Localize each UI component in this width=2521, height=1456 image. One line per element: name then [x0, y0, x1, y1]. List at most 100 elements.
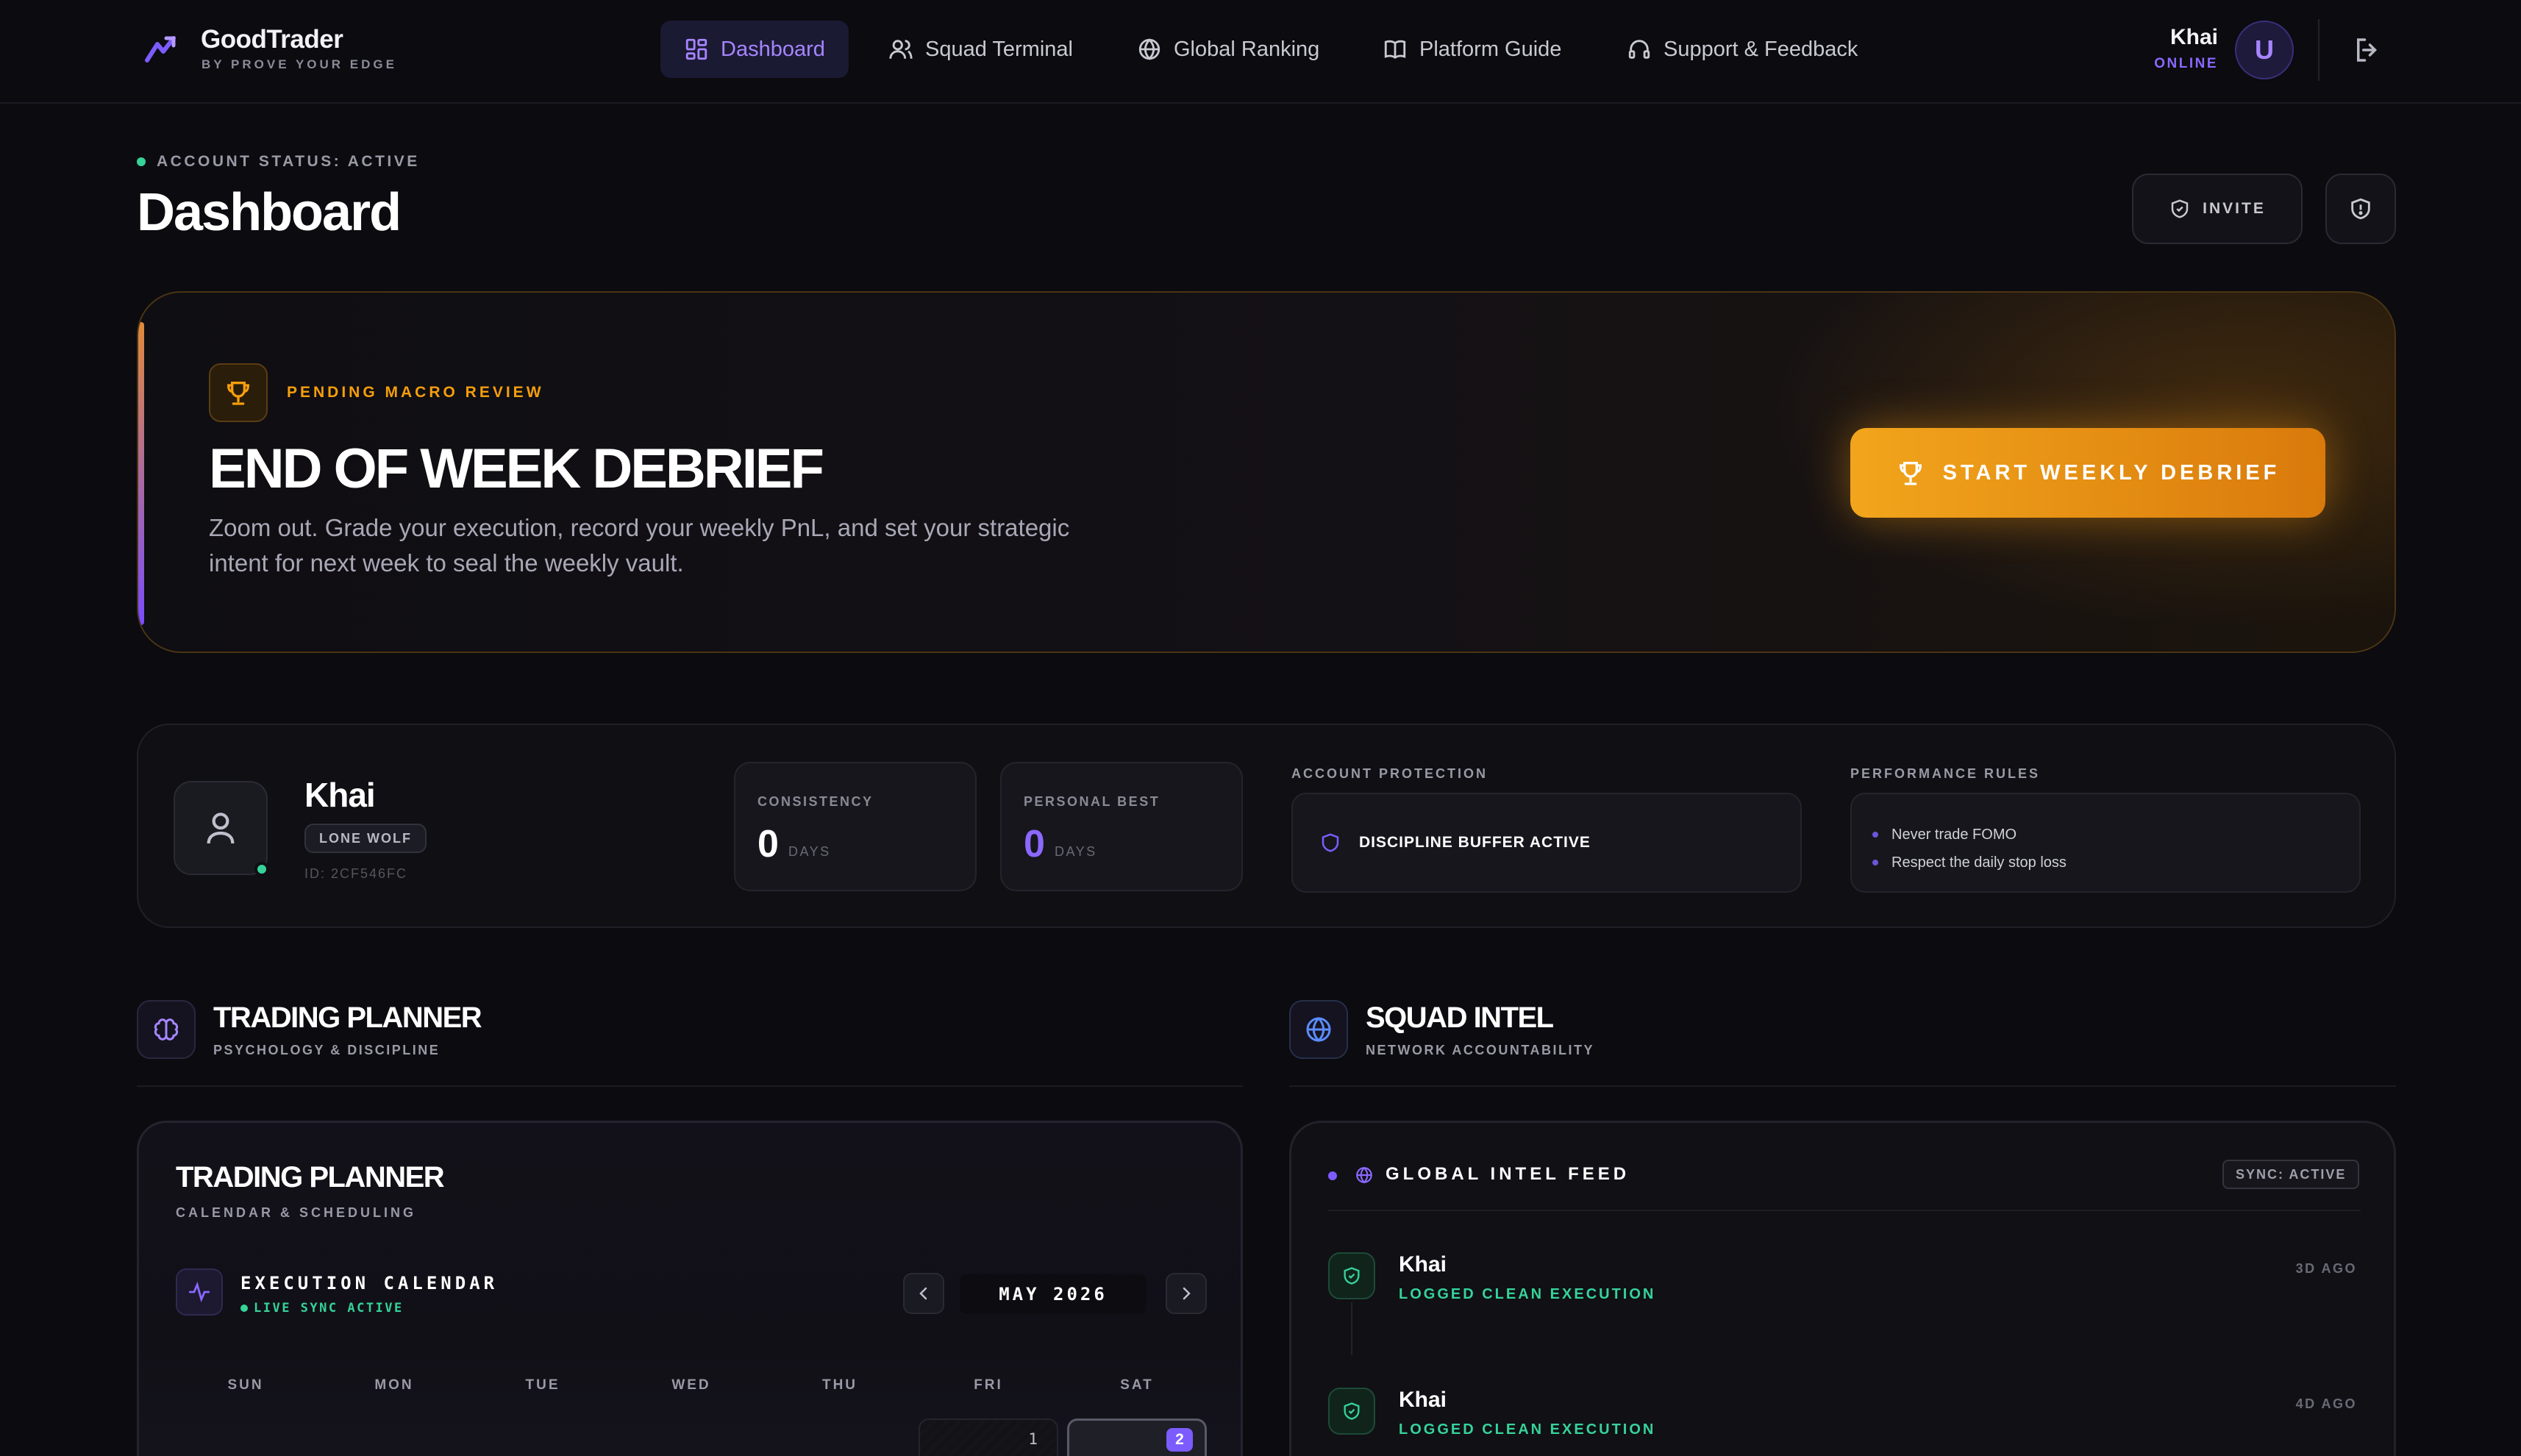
- rule-text: Never trade FOMO: [1891, 826, 2017, 843]
- calendar-day[interactable]: 1: [919, 1418, 1058, 1456]
- nav-label: Support & Feedback: [1664, 37, 1858, 61]
- shield-alert-icon: [2348, 196, 2373, 221]
- feed-title: GLOBAL INTEL FEED: [1386, 1164, 1630, 1184]
- performance-rules-list: Never trade FOMO Respect the daily stop …: [1850, 793, 2361, 893]
- rule-item: Respect the daily stop loss: [1872, 849, 2359, 877]
- nav-global-ranking[interactable]: Global Ranking: [1113, 21, 1343, 78]
- profile-avatar[interactable]: [174, 781, 268, 875]
- globe-icon: [1137, 37, 1162, 62]
- start-weekly-debrief-button[interactable]: START WEEKLY DEBRIEF: [1850, 428, 2325, 518]
- personal-best-stat: PERSONAL BEST 0 DAYS: [1000, 762, 1243, 891]
- stat-value: 0: [757, 823, 779, 866]
- nav-squad-terminal[interactable]: Squad Terminal: [865, 21, 1097, 78]
- brain-icon: [137, 1000, 196, 1059]
- feed-dot: [1328, 1171, 1337, 1180]
- page-title: Dashboard: [137, 183, 402, 242]
- trophy-icon: [1896, 458, 1925, 488]
- account-status: ACCOUNT STATUS: ACTIVE: [157, 153, 420, 170]
- divider: [2318, 19, 2319, 81]
- banner-title: END OF WEEK DEBRIEF: [209, 438, 824, 500]
- nav-label: Platform Guide: [1419, 37, 1562, 61]
- bullet: [1872, 860, 1878, 866]
- brand-name: GoodTrader: [201, 25, 343, 54]
- bullet: [1872, 832, 1878, 838]
- feed-user-name[interactable]: Khai: [1399, 1388, 1447, 1413]
- feed-connector: [1351, 1302, 1352, 1355]
- stat-unit: DAYS: [788, 844, 831, 859]
- nav-platform-guide[interactable]: Platform Guide: [1359, 21, 1585, 78]
- profile-id: ID: 2CF546FC: [304, 866, 408, 881]
- chevron-right-icon: [1177, 1285, 1195, 1302]
- day-number: 2: [1166, 1428, 1193, 1452]
- nav-dashboard[interactable]: Dashboard: [660, 21, 849, 78]
- security-button[interactable]: [2325, 174, 2396, 244]
- chevron-left-icon: [915, 1285, 933, 1302]
- headset-icon: [1627, 37, 1652, 62]
- calendar-day-today[interactable]: 2: [1067, 1418, 1207, 1456]
- weekday-label: WED: [671, 1377, 711, 1393]
- rule-item: Never trade FOMO: [1872, 821, 2359, 849]
- user-icon: [200, 807, 241, 849]
- avatar[interactable]: U: [2235, 21, 2294, 79]
- live-dot: [240, 1305, 248, 1312]
- shield-check-icon: [1328, 1252, 1375, 1299]
- activity-icon: [176, 1268, 223, 1316]
- next-month-button[interactable]: [1166, 1273, 1207, 1314]
- prev-month-button[interactable]: [903, 1273, 944, 1314]
- online-indicator: [254, 862, 269, 877]
- weekday-label: SAT: [1120, 1377, 1154, 1393]
- rule-text: Respect the daily stop loss: [1891, 854, 2067, 871]
- stat-label: PERSONAL BEST: [1024, 794, 1160, 809]
- book-icon: [1383, 37, 1408, 62]
- grid-icon: [684, 37, 709, 62]
- squad-intel-subheading: NETWORK ACCOUNTABILITY: [1366, 1043, 1594, 1057]
- account-protection-status: DISCIPLINE BUFFER ACTIVE: [1291, 793, 1802, 893]
- feed-timestamp: 4D AGO: [2295, 1396, 2357, 1411]
- planner-subtitle: CALENDAR & SCHEDULING: [176, 1205, 416, 1220]
- shield-check-icon: [2169, 198, 2191, 220]
- logo-icon[interactable]: [144, 35, 178, 65]
- nav-label: Global Ranking: [1174, 37, 1320, 61]
- weekday-label: THU: [821, 1377, 858, 1393]
- user-status: ONLINE: [2154, 56, 2218, 71]
- brand-tagline: BY PROVE YOUR EDGE: [202, 57, 397, 71]
- shield-icon: [1319, 832, 1341, 854]
- invite-button[interactable]: INVITE: [2132, 174, 2303, 244]
- users-icon: [888, 37, 913, 62]
- nav-support-feedback[interactable]: Support & Feedback: [1603, 21, 1881, 78]
- stat-value: 0: [1024, 823, 1045, 866]
- weekday-label: FRI: [974, 1377, 1003, 1393]
- profile-card: Khai LONE WOLF ID: 2CF546FC CONSISTENCY …: [137, 724, 2396, 928]
- invite-label: INVITE: [2203, 200, 2266, 217]
- feed-action: LOGGED CLEAN EXECUTION: [1399, 1286, 1656, 1302]
- calendar-title: EXECUTION CALENDAR: [240, 1273, 499, 1293]
- weekday-label: MON: [374, 1377, 414, 1393]
- trading-planner-panel: TRADING PLANNER CALENDAR & SCHEDULING EX…: [137, 1121, 1243, 1456]
- weekday-label: SUN: [227, 1377, 264, 1393]
- banner-description: Zoom out. Grade your execution, record y…: [209, 514, 1070, 577]
- logout-icon[interactable]: [2352, 35, 2383, 65]
- squad-intel-heading: SQUAD INTEL: [1366, 1002, 1554, 1034]
- protection-text: DISCIPLINE BUFFER ACTIVE: [1359, 834, 1591, 851]
- stat-label: CONSISTENCY: [757, 794, 874, 809]
- nav-label: Dashboard: [721, 37, 825, 61]
- feed-action: LOGGED CLEAN EXECUTION: [1399, 1421, 1656, 1438]
- status-indicator: [137, 157, 146, 166]
- profile-name: Khai: [304, 776, 376, 814]
- feed-user-name[interactable]: Khai: [1399, 1252, 1447, 1277]
- button-label: START WEEKLY DEBRIEF: [1942, 460, 2281, 485]
- trading-planner-heading: TRADING PLANNER: [213, 1002, 482, 1034]
- current-month: MAY 2026: [960, 1274, 1147, 1314]
- globe-icon: [1289, 1000, 1348, 1059]
- divider: [1328, 1210, 2361, 1211]
- consistency-stat: CONSISTENCY 0 DAYS: [734, 762, 977, 891]
- shield-check-icon: [1328, 1388, 1375, 1435]
- feed-timestamp: 3D AGO: [2295, 1261, 2357, 1276]
- day-number: 1: [1028, 1430, 1038, 1448]
- trading-planner-subheading: PSYCHOLOGY & DISCIPLINE: [213, 1043, 441, 1057]
- divider: [1289, 1085, 2396, 1087]
- nav-label: Squad Terminal: [925, 37, 1073, 61]
- trophy-icon: [209, 363, 268, 422]
- sync-status-badge: SYNC: ACTIVE: [2222, 1160, 2360, 1189]
- stat-unit: DAYS: [1055, 844, 1097, 859]
